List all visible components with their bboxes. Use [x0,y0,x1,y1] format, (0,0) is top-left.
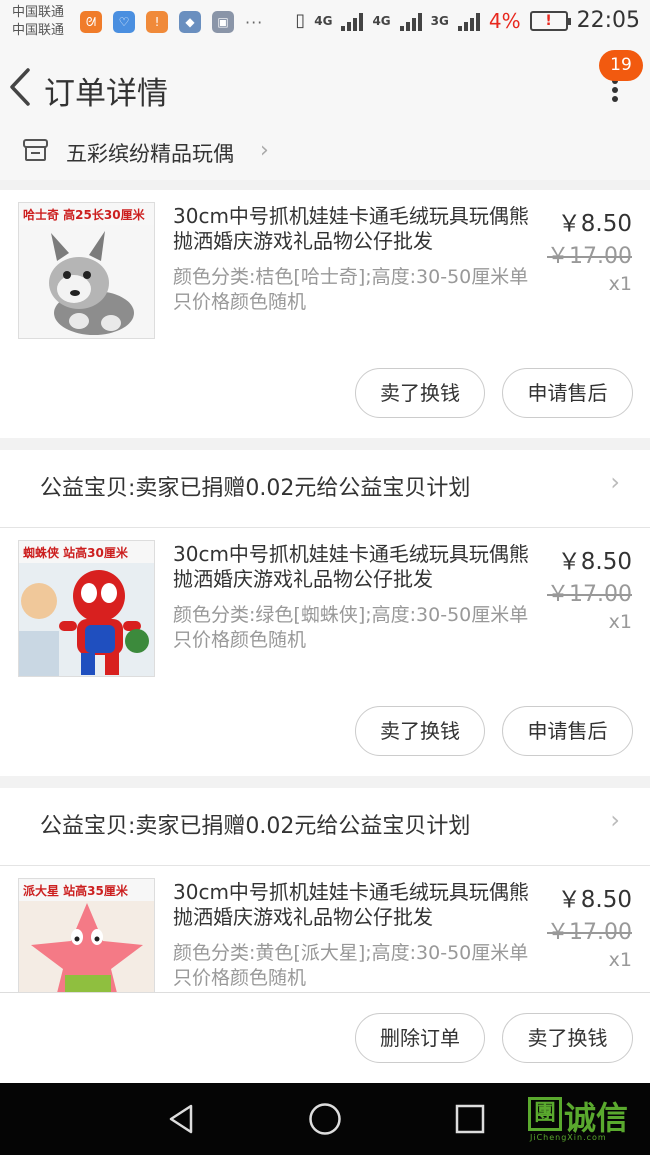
product-spec: 颜色分类:桔色[哈士奇];高度:30-50厘米单只价格颜色随机 [173,266,529,313]
sell-button[interactable]: 卖了换钱 [355,368,485,418]
quantity: x1 [608,273,632,295]
weibo-icon: ᘛ [80,11,102,33]
network-1-label: 4G [314,13,333,28]
clock: 22:05 [576,8,640,33]
carrier-1: 中国联通 [12,5,65,20]
message-count-badge: 19 [599,50,643,81]
after-sales-button[interactable]: 申请售后 [502,706,633,756]
order-item-1[interactable]: 哈士奇 高25长30厘米 30cm中号抓机娃娃卡通毛绒玩具玩偶熊抛洒婚庆游戏礼品… [0,190,650,438]
product-spec: 颜色分类:绿色[蜘蛛侠];高度:30-50厘米单只价格颜色随机 [173,604,529,651]
vibrate-icon: ▯ [295,10,306,31]
chevron-right-icon: › [260,138,269,163]
system-nav-bar: 團 诚信 JiChengXin.com [0,1083,650,1155]
carrier-labels: 中国联通 中国联通 [12,4,64,40]
chevron-right-icon: › [610,806,620,834]
product-price: ￥8.50 [557,549,632,575]
quantity: x1 [608,611,632,633]
watermark-logo: 團 诚信 JiChengXin.com [528,1093,646,1147]
charity-row-2[interactable]: 公益宝贝:卖家已捐赠0.02元给公益宝贝计划 › [0,788,650,866]
more-menu-icon[interactable] [610,78,620,104]
chevron-right-icon: › [610,468,620,496]
product-image-caption: 哈士奇 高25长30厘米 [19,203,154,225]
watermark-subtext: JiChengXin.com [530,1133,607,1142]
battery-percent: 4% [488,8,521,33]
order-item-2[interactable]: 蜘蛛侠 站高30厘米 30cm中号抓机娃娃卡通毛绒玩具玩偶熊抛洒婚庆游戏礼品物公… [0,528,650,776]
signal-3-icon [457,11,480,31]
notification-icons: ᘛ ♡ ! ◆ ▣ ··· [80,11,263,33]
product-image-caption: 蜘蛛侠 站高30厘米 [19,541,154,563]
status-bar: 中国联通 中国联通 ᘛ ♡ ! ◆ ▣ ··· ▯ 4G 4G 3G 4% ! … [0,0,650,44]
product-name[interactable]: 30cm中号抓机娃娃卡通毛绒玩具玩偶熊抛洒婚庆游戏礼品物公仔批发 [173,880,533,930]
product-price: ￥8.50 [557,887,632,913]
charity-text: 公益宝贝:卖家已捐赠0.02元给公益宝贝计划 [40,814,471,839]
watermark-box: 團 [528,1097,562,1131]
product-spec: 颜色分类:黄色[派大星];高度:30-50厘米单只价格颜色随机 [173,942,529,989]
shop-icon [23,139,48,161]
charity-row-1[interactable]: 公益宝贝:卖家已捐赠0.02元给公益宝贝计划 › [0,450,650,528]
product-image-caption: 派大星 站高35厘米 [19,879,154,901]
sell-button[interactable]: 卖了换钱 [502,1013,633,1063]
charity-text: 公益宝贝:卖家已捐赠0.02元给公益宝贝计划 [40,476,471,501]
shop-name: 五彩缤纷精品玩偶 [66,142,234,166]
network-3-label: 3G [430,13,449,28]
product-name[interactable]: 30cm中号抓机娃娃卡通毛绒玩具玩偶熊抛洒婚庆游戏礼品物公仔批发 [173,204,533,254]
quantity: x1 [608,949,632,971]
network-2-label: 4G [372,13,391,28]
product-image-spiderman[interactable]: 蜘蛛侠 站高30厘米 [18,540,155,677]
original-price: ￥17.00 [547,244,632,269]
signal-1-icon [341,11,364,31]
product-image-patrick[interactable]: 派大星 站高35厘米 [18,878,155,992]
bottom-action-bar: 删除订单 卖了换钱 [0,992,650,1083]
product-name[interactable]: 30cm中号抓机娃娃卡通毛绒玩具玩偶熊抛洒婚庆游戏礼品物公仔批发 [173,542,533,592]
shop-row[interactable]: 五彩缤纷精品玩偶 › [0,132,650,180]
more-notifications-icon: ··· [245,12,264,32]
product-image-husky[interactable]: 哈士奇 高25长30厘米 [18,202,155,339]
delete-order-button[interactable]: 删除订单 [355,1013,485,1063]
status-right: ▯ 4G 4G 3G 4% ! 22:05 [295,8,640,33]
order-item-3[interactable]: 派大星 站高35厘米 30cm中号抓机娃娃卡通毛绒玩具玩偶熊抛洒婚庆游戏礼品物公… [0,866,650,992]
diamond-icon: ◆ [179,11,201,33]
nav-back-icon[interactable] [165,1103,197,1135]
carrier-2: 中国联通 [12,23,65,38]
nav-recents-icon[interactable] [454,1103,486,1135]
page-title: 订单详情 [44,76,168,112]
original-price: ￥17.00 [547,920,632,945]
nav-bar: 订单详情 19 [0,44,650,132]
gallery-icon: ▣ [212,11,234,33]
back-arrow-icon[interactable] [4,64,40,110]
product-price: ￥8.50 [557,211,632,237]
nav-home-icon[interactable] [308,1102,342,1136]
after-sales-button[interactable]: 申请售后 [502,368,633,418]
signal-2-icon [399,11,422,31]
health-icon: ♡ [113,11,135,33]
battery-low-icon: ! [529,10,571,31]
original-price: ￥17.00 [547,582,632,607]
alert-icon: ! [146,11,168,33]
sell-button[interactable]: 卖了换钱 [355,706,485,756]
